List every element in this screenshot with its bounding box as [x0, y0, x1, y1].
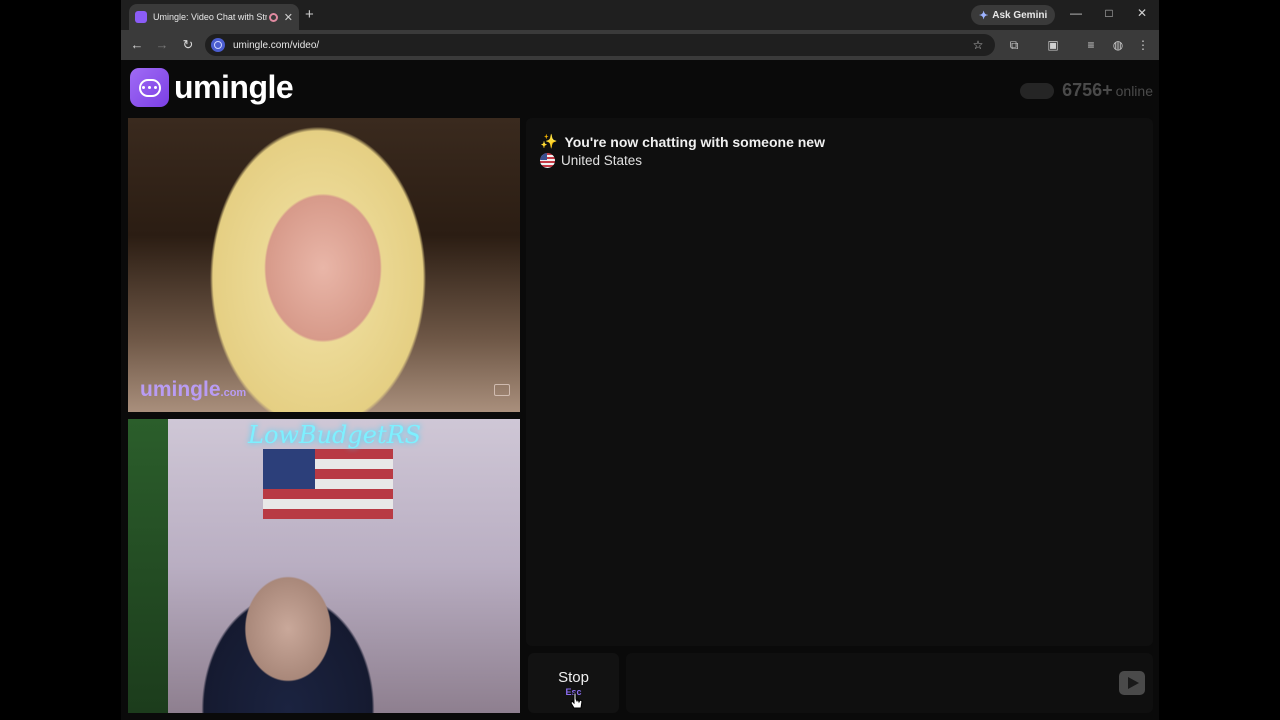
online-indicator: 6756+ online	[1020, 80, 1153, 101]
chat-panel: ✨ You're now chatting with someone new U…	[526, 118, 1153, 646]
umingle-watermark: umingle.com	[140, 378, 246, 402]
country-name: United States	[561, 153, 643, 168]
menu-kebab-icon[interactable]: ⋮	[1136, 38, 1150, 52]
stop-label: Stop	[558, 669, 589, 686]
us-flag-icon	[540, 153, 555, 168]
neon-sign: LowBudgetRS	[248, 421, 422, 449]
url-text: umingle.com/video/	[233, 39, 320, 51]
browser-window: Umingle: Video Chat with Strangers ✕ + ✦…	[121, 0, 1159, 720]
message-input[interactable]	[626, 653, 1106, 713]
online-label: online	[1115, 82, 1153, 99]
address-bar[interactable]: umingle.com/video/	[205, 34, 995, 56]
logo-text: umingle	[174, 69, 294, 105]
american-flag-decor	[263, 449, 393, 519]
new-tab-button[interactable]: +	[305, 6, 314, 23]
recording-indicator-icon	[268, 12, 278, 22]
self-video: LowBudgetRS	[128, 419, 520, 713]
send-button[interactable]	[1119, 671, 1145, 695]
minimize-window-icon[interactable]: —	[1068, 6, 1084, 20]
chat-bubble-logo-icon	[130, 68, 169, 107]
reload-icon[interactable]: ↻	[180, 37, 196, 53]
online-toggle	[1020, 82, 1055, 99]
umingle-page: umingle 6756+ online umingle.com LowBudg…	[121, 60, 1159, 720]
bookmark-star-icon[interactable]: ☆	[971, 38, 985, 52]
maximize-window-icon[interactable]: □	[1101, 6, 1117, 20]
site-info-icon[interactable]	[211, 38, 225, 52]
forward-arrow-icon[interactable]: →	[154, 37, 170, 52]
message-composer	[626, 653, 1153, 713]
extensions-icon[interactable]: ⧉	[1007, 38, 1021, 53]
umingle-favicon-icon	[135, 11, 147, 23]
watermark-name: umingle	[140, 378, 221, 401]
stranger-country: United States	[540, 153, 642, 168]
online-count: 6756+	[1062, 80, 1113, 100]
ask-gemini-label: Ask Gemini	[992, 9, 1048, 21]
media-controls-icon[interactable]: ≡	[1084, 38, 1098, 52]
tab-title: Umingle: Video Chat with Strangers	[153, 12, 267, 22]
browser-toolbar: ← → ↻ umingle.com/video/ ☆ ⧉ ▣ ≡ ◍ ⋮	[121, 30, 1159, 60]
close-window-icon[interactable]: ✕	[1134, 6, 1150, 20]
ask-gemini-button[interactable]: ✦ Ask Gemini	[971, 5, 1056, 25]
profile-icon[interactable]: ◍	[1111, 38, 1125, 52]
gemini-sparkle-icon: ✦	[979, 9, 989, 22]
close-tab-icon[interactable]: ✕	[284, 11, 293, 24]
tab-umingle[interactable]: Umingle: Video Chat with Strangers ✕	[129, 4, 299, 30]
report-flag-icon[interactable]	[494, 384, 510, 396]
umingle-logo[interactable]: umingle	[130, 68, 294, 107]
back-arrow-icon[interactable]: ←	[129, 37, 145, 52]
tab-bar: Umingle: Video Chat with Strangers ✕ + ✦…	[121, 0, 1159, 30]
system-message: ✨ You're now chatting with someone new	[540, 133, 825, 150]
christmas-tree	[128, 419, 168, 713]
system-message-text: You're now chatting with someone new	[564, 133, 825, 150]
sparkles-icon: ✨	[540, 133, 558, 149]
watermark-domain: .com	[220, 387, 247, 399]
stranger-video: umingle.com	[128, 118, 520, 412]
tab-search-icon[interactable]: ▣	[1046, 38, 1060, 52]
